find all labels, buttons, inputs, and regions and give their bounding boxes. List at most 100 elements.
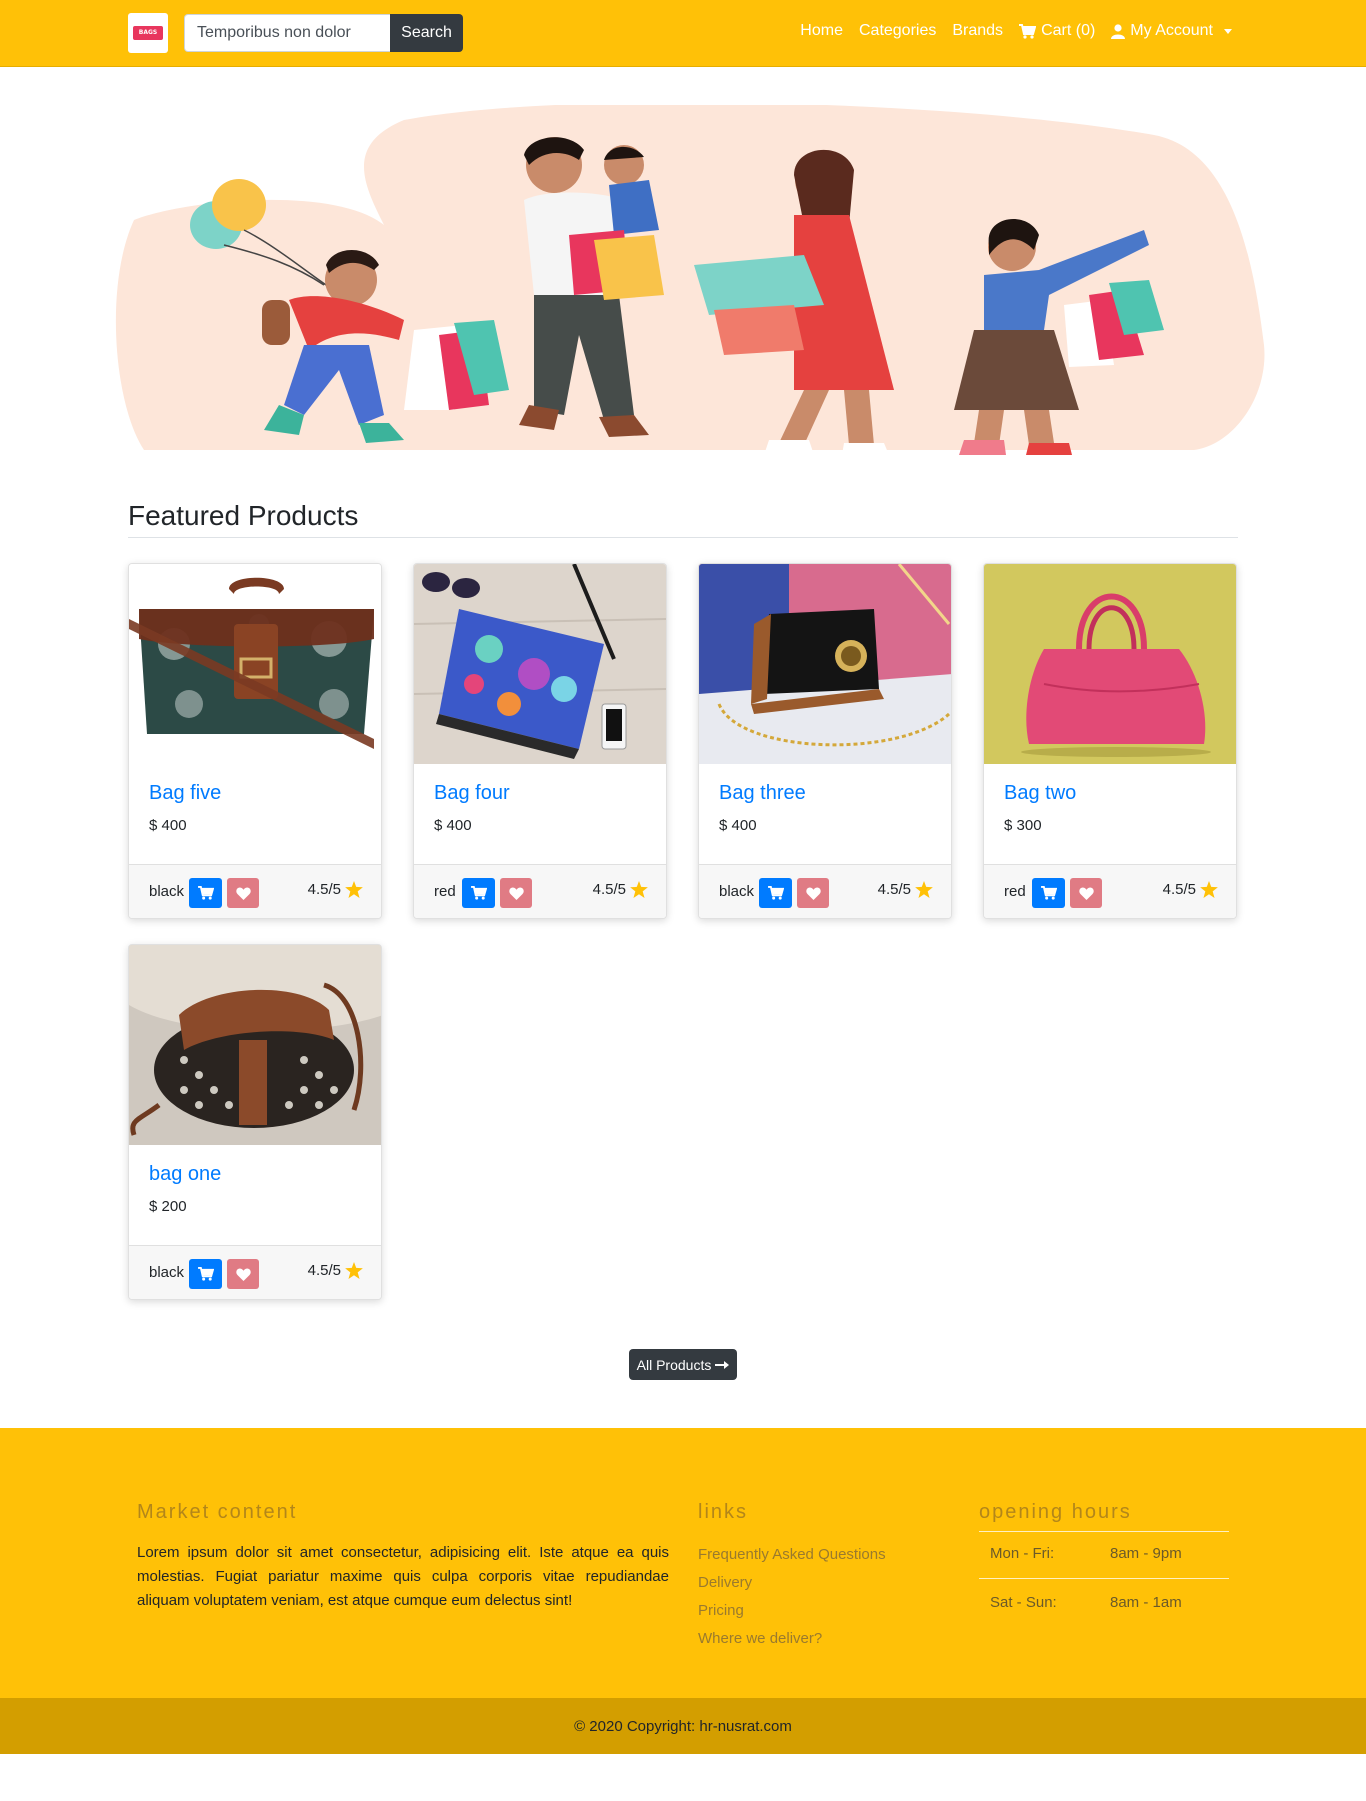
add-to-cart-button[interactable] — [759, 878, 792, 908]
footer-link-pricing[interactable]: Pricing — [698, 1597, 886, 1625]
star-icon — [1200, 881, 1218, 898]
add-to-wishlist-button[interactable] — [797, 878, 829, 908]
product-card: Bag four $ 400 red 4.5/5 — [413, 563, 667, 919]
product-rating: 4.5/5 — [593, 881, 648, 898]
copyright-text: © 2020 Copyright: hr-nusrat.com — [574, 1717, 792, 1735]
logo-bags-icon: BAGS — [133, 26, 163, 40]
cart-icon — [197, 886, 214, 900]
rating-value: 4.5/5 — [307, 1262, 341, 1279]
add-to-wishlist-button[interactable] — [227, 1259, 259, 1289]
cart-icon — [767, 886, 784, 900]
title-divider — [128, 537, 1238, 538]
heart-icon — [805, 886, 821, 900]
nav-categories[interactable]: Categories — [859, 22, 936, 40]
product-color: black — [149, 1264, 185, 1281]
add-to-cart-button[interactable] — [462, 878, 495, 908]
hours-row-weekend: Sat - Sun: 8am - 1am — [990, 1594, 1182, 1611]
user-icon — [1111, 23, 1126, 39]
links-title: links — [698, 1501, 749, 1523]
nav-home-label: Home — [800, 22, 843, 39]
product-color: red — [434, 883, 456, 900]
heart-icon — [508, 886, 524, 900]
cart-icon — [470, 886, 487, 900]
rating-value: 4.5/5 — [1162, 881, 1196, 898]
star-icon — [630, 881, 648, 898]
search-input[interactable] — [184, 14, 390, 52]
add-to-wishlist-button[interactable] — [500, 878, 532, 908]
product-color: black — [719, 883, 755, 900]
product-card: Bag five $ 400 black 4.5/5 — [128, 563, 382, 919]
footer-link-delivery[interactable]: Delivery — [698, 1569, 886, 1597]
hours-time: 8am - 9pm — [1110, 1545, 1182, 1562]
heart-icon — [235, 886, 251, 900]
nav-brands[interactable]: Brands — [952, 22, 1003, 40]
chevron-down-icon — [1224, 28, 1232, 34]
card-footer: red 4.5/5 — [984, 864, 1236, 918]
nav-categories-label: Categories — [858, 22, 937, 39]
hero-shopping-illustration — [115, 105, 1265, 455]
rating-value: 4.5/5 — [592, 881, 626, 898]
product-price: $ 400 — [149, 817, 187, 834]
star-icon — [915, 881, 933, 898]
add-to-cart-button[interactable] — [189, 1259, 222, 1289]
market-content-text: Lorem ipsum dolor sit amet consectetur, … — [137, 1544, 669, 1609]
rating-value: 4.5/5 — [877, 881, 911, 898]
nav-home[interactable]: Home — [800, 22, 843, 40]
product-color: black — [149, 883, 185, 900]
nav-my-account[interactable]: My Account — [1111, 22, 1232, 40]
product-card: bag one $ 200 black 4.5/5 — [128, 944, 382, 1300]
product-rating: 4.5/5 — [308, 881, 363, 898]
opening-hours-title: opening hours — [979, 1501, 1132, 1523]
product-image[interactable] — [699, 564, 952, 764]
product-name[interactable]: Bag three — [719, 782, 806, 805]
star-icon — [345, 1262, 363, 1279]
featured-products-title: Featured Products — [128, 500, 359, 531]
add-to-cart-button[interactable] — [1032, 878, 1065, 908]
navbar: BAGS Search Home Categories Brands Cart … — [0, 0, 1366, 67]
rating-value: 4.5/5 — [307, 881, 341, 898]
product-image[interactable] — [984, 564, 1237, 764]
arrow-right-icon — [715, 1360, 730, 1369]
cart-icon — [1040, 886, 1057, 900]
all-products-label: All Products — [636, 1356, 712, 1373]
card-footer: black 4.5/5 — [699, 864, 951, 918]
hours-divider — [979, 1531, 1229, 1532]
brand-logo[interactable]: BAGS — [128, 13, 168, 53]
product-card: Bag two $ 300 red 4.5/5 — [983, 563, 1237, 919]
site-footer: Market content Lorem ipsum dolor sit ame… — [0, 1428, 1366, 1698]
add-to-cart-button[interactable] — [189, 878, 222, 908]
product-name[interactable]: Bag five — [149, 782, 221, 805]
cart-icon — [197, 1267, 214, 1281]
product-image[interactable] — [414, 564, 667, 764]
add-to-wishlist-button[interactable] — [227, 878, 259, 908]
search-button[interactable]: Search — [390, 14, 463, 52]
all-products-button[interactable]: All Products — [629, 1349, 737, 1380]
cart-icon — [1019, 23, 1037, 39]
copyright-bar: © 2020 Copyright: hr-nusrat.com — [0, 1698, 1366, 1754]
add-to-wishlist-button[interactable] — [1070, 878, 1102, 908]
product-color: red — [1004, 883, 1026, 900]
product-image[interactable] — [129, 564, 382, 764]
hours-time: 8am - 1am — [1110, 1594, 1182, 1611]
product-name[interactable]: bag one — [149, 1163, 221, 1186]
card-footer: black 4.5/5 — [129, 1245, 381, 1299]
nav-brands-label: Brands — [952, 22, 1004, 39]
footer-link-where-we-deliver[interactable]: Where we deliver? — [698, 1625, 886, 1653]
hours-days: Sat - Sun: — [990, 1594, 1057, 1611]
product-name[interactable]: Bag four — [434, 782, 510, 805]
hours-divider — [979, 1578, 1229, 1579]
card-footer: red 4.5/5 — [414, 864, 666, 918]
hours-days: Mon - Fri: — [990, 1545, 1055, 1562]
hours-row-weekdays: Mon - Fri: 8am - 9pm — [990, 1545, 1182, 1562]
product-rating: 4.5/5 — [308, 1262, 363, 1279]
nav-my-account-label: My Account — [1130, 22, 1213, 39]
nav-cart[interactable]: Cart (0) — [1019, 22, 1095, 40]
product-price: $ 400 — [719, 817, 757, 834]
card-footer: black 4.5/5 — [129, 864, 381, 918]
footer-link-faq[interactable]: Frequently Asked Questions — [698, 1541, 886, 1569]
product-price: $ 200 — [149, 1198, 187, 1215]
footer-links: Frequently Asked Questions Delivery Pric… — [698, 1541, 886, 1653]
product-price: $ 300 — [1004, 817, 1042, 834]
product-image[interactable] — [129, 945, 382, 1145]
product-name[interactable]: Bag two — [1004, 782, 1076, 805]
